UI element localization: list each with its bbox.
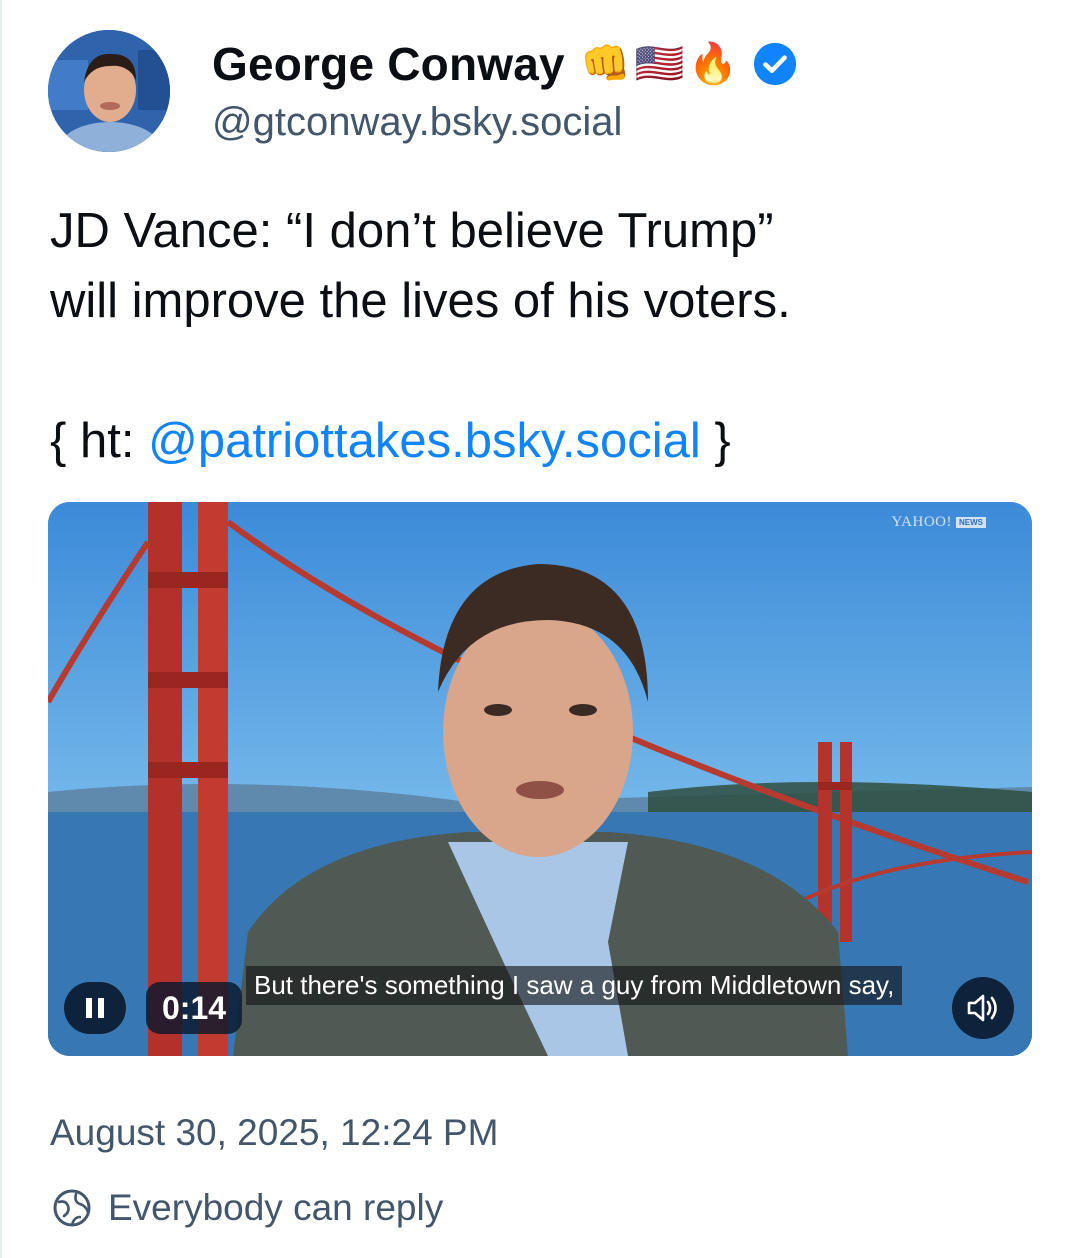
author-handle[interactable]: @gtconway.bsky.social [212, 100, 622, 145]
speaker-icon [967, 994, 997, 1022]
post-text: JD Vance: “I don’t believe Trump” will i… [50, 196, 1040, 476]
left-border [0, 0, 2, 1258]
globe-icon [53, 1189, 91, 1227]
author-avatar[interactable] [48, 30, 170, 152]
watermark-brand: YAHOO! [891, 514, 952, 530]
name-emojis: 👊 🇺🇸 🔥 [581, 41, 738, 87]
post-ht-line: { ht: @patriottakes.bsky.social } [50, 406, 1040, 476]
video-time: 0:14 [146, 982, 243, 1034]
video-caption: But there's something I saw a guy from M… [246, 966, 903, 1005]
fire-emoji-icon: 🔥 [688, 41, 739, 87]
pause-icon [86, 998, 104, 1018]
video-watermark: YAHOO! NEWS [891, 514, 986, 531]
post-line-2: will improve the lives of his voters. [50, 274, 791, 328]
sound-button[interactable] [952, 977, 1014, 1039]
author-display-name[interactable]: George Conway [212, 37, 565, 91]
watermark-sub: NEWS [956, 517, 986, 528]
pause-button[interactable] [64, 982, 126, 1034]
reply-settings[interactable]: Everybody can reply [50, 1186, 443, 1230]
fist-emoji-icon: 👊 [580, 41, 631, 87]
us-flag-emoji-icon: 🇺🇸 [634, 41, 685, 87]
mention-link[interactable]: @patriottakes.bsky.social [148, 414, 701, 468]
display-name-row: George Conway 👊 🇺🇸 🔥 [212, 34, 798, 94]
video-player[interactable]: YAHOO! NEWS But there's something I saw … [48, 502, 1032, 1056]
ht-suffix: } [700, 414, 731, 468]
post-line-1: JD Vance: “I don’t believe Trump” [50, 204, 774, 258]
avatar-photo [48, 30, 170, 152]
reply-setting-label: Everybody can reply [108, 1187, 444, 1228]
verified-check-icon[interactable] [752, 41, 798, 87]
ht-prefix: { ht: [50, 414, 149, 468]
post-timestamp[interactable]: August 30, 2025, 12:24 PM [50, 1112, 498, 1154]
